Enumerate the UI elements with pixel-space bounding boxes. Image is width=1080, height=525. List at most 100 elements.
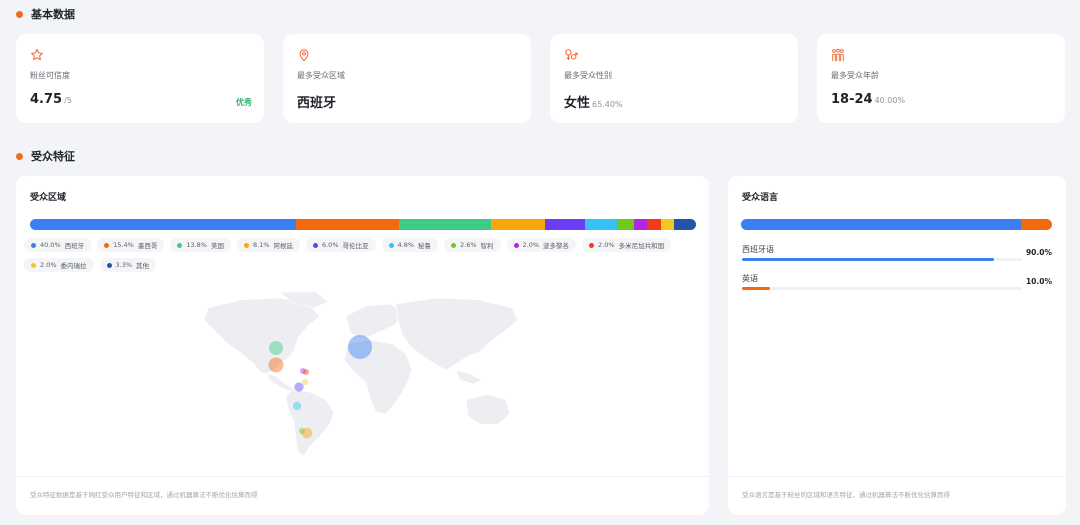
region-bar-segment xyxy=(398,219,491,230)
legend-chip[interactable]: 15.4% 墨西哥 xyxy=(97,238,165,252)
stat-value-main: 4.75 xyxy=(30,92,63,107)
basic-section-title: 基本数据 xyxy=(16,6,75,22)
map-bubble[interactable] xyxy=(294,382,304,392)
legend-chip[interactable]: 2.0% 多米尼加共和国 xyxy=(582,238,672,252)
legend-chip[interactable]: 8.1% 阿根廷 xyxy=(236,238,300,252)
legend-percent: 15.4% xyxy=(113,241,134,249)
north-america-shape xyxy=(203,297,321,375)
region-bar-segment xyxy=(616,219,635,230)
legend-percent: 13.8% xyxy=(186,241,207,249)
central-america-shape xyxy=(265,373,297,393)
stat-label: 最多受众年龄 xyxy=(831,71,879,80)
australia-shape xyxy=(465,393,511,425)
legend-dot xyxy=(31,262,36,268)
region-bar-segment xyxy=(544,219,585,230)
stat-value: 4.75/5 xyxy=(30,92,72,107)
legend-chip[interactable]: 13.8% 美国 xyxy=(170,238,231,252)
legend-chip[interactable]: 40.0% 西班牙 xyxy=(24,238,92,252)
asia-shape xyxy=(395,297,519,371)
legend-chip[interactable]: 2.6% 智利 xyxy=(444,238,501,252)
language-percent: 90.0% xyxy=(1025,248,1052,257)
language-bar-segment xyxy=(1020,219,1052,230)
legend-dot xyxy=(177,242,183,248)
language-percent: 10.0% xyxy=(1025,277,1052,286)
region-card-title: 受众区域 xyxy=(30,193,67,203)
legend-name: 哥伦比亚 xyxy=(342,242,369,250)
stat-value: 18-24 40.00% xyxy=(831,92,905,107)
stat-value: 西班牙 xyxy=(297,92,336,111)
legend-name: 委内瑞拉 xyxy=(60,262,87,270)
southeast-asia-shape xyxy=(455,369,483,385)
legend-name: 西班牙 xyxy=(64,242,85,250)
legend-chip[interactable]: 6.0% 哥伦比亚 xyxy=(305,238,376,252)
map-bubble[interactable] xyxy=(268,357,284,373)
region-legend: 40.0% 西班牙 15.4% 墨西哥 13.8% 美国 8.1% 阿根廷 6.0% 哥伦比亚 4.… xyxy=(24,238,694,272)
region-footnote: 受众特征数据是基于网红受众用户特征和区域，通过机器算法不断优化估算而得 xyxy=(30,491,258,499)
stat-card-region: 最多受众区域 西班牙 xyxy=(283,34,531,123)
legend-name: 多米尼加共和国 xyxy=(618,242,665,250)
language-card-title: 受众语言 xyxy=(742,193,779,203)
audience-section-title: 受众特征 xyxy=(16,148,75,164)
legend-dot xyxy=(513,242,519,248)
region-bar-segment xyxy=(634,219,648,230)
location-pin-icon xyxy=(299,49,309,62)
map-bubble[interactable] xyxy=(303,369,309,375)
legend-dot xyxy=(104,242,110,248)
stat-value-sub: 65.40% xyxy=(592,100,623,109)
europe-shape xyxy=(345,303,403,339)
language-progress-track xyxy=(742,287,1022,290)
map-bubble[interactable] xyxy=(302,379,308,385)
legend-percent: 8.1% xyxy=(252,241,270,249)
stat-card-gender: 最多受众性别 女性 65.40% xyxy=(550,34,798,123)
legend-percent: 40.0% xyxy=(40,241,61,249)
basic-section-label: 基本数据 xyxy=(31,8,75,21)
map-bubble[interactable] xyxy=(268,340,284,356)
map-bubble[interactable] xyxy=(298,427,306,435)
region-bar-segment xyxy=(647,219,661,230)
divider xyxy=(728,476,1066,477)
language-bar-segment xyxy=(741,219,1021,230)
legend-percent: 2.6% xyxy=(460,241,477,249)
legend-percent: 6.0% xyxy=(321,241,339,249)
language-footnote: 受众语言是基于粉丝的区域和语言特征，通过机器算法不断优化估算而得 xyxy=(742,491,950,499)
legend-dot xyxy=(31,242,36,248)
section-dot xyxy=(16,10,23,18)
stat-value-sub: 40.00% xyxy=(874,96,906,105)
world-map xyxy=(203,291,519,457)
legend-dot xyxy=(312,242,318,248)
legend-dot xyxy=(106,262,112,268)
divider xyxy=(16,476,709,477)
south-america-shape xyxy=(285,389,335,457)
region-bar-segment xyxy=(30,219,297,230)
legend-chip[interactable]: 2.0% 波多黎各 xyxy=(506,238,577,252)
map-bubble[interactable] xyxy=(292,401,302,411)
legend-percent: 3.3% xyxy=(115,261,133,269)
language-progress-fill xyxy=(742,258,994,261)
legend-dot xyxy=(451,242,457,248)
stat-card-credibility: 粉丝可信度 4.75/5 优秀 xyxy=(16,34,264,123)
gender-icon xyxy=(565,49,578,61)
legend-chip[interactable]: 2.0% 委内瑞拉 xyxy=(24,258,94,272)
stat-label: 最多受众性别 xyxy=(564,71,612,80)
status-badge: 优秀 xyxy=(236,98,252,107)
stat-label: 最多受众区域 xyxy=(297,71,345,80)
map-bubble[interactable] xyxy=(347,334,373,360)
region-bar-segment xyxy=(490,219,545,230)
legend-name: 墨西哥 xyxy=(137,242,158,250)
legend-chip[interactable]: 4.8% 秘鲁 xyxy=(381,238,439,252)
legend-percent: 4.8% xyxy=(397,241,415,249)
legend-dot xyxy=(589,242,595,248)
language-progress-fill xyxy=(742,287,770,290)
stat-card-age: 最多受众年龄 18-24 40.00% xyxy=(817,34,1065,123)
legend-chip[interactable]: 3.3% 其他 xyxy=(99,258,157,272)
legend-name: 秘鲁 xyxy=(418,242,432,250)
legend-dot xyxy=(243,242,249,248)
legend-name: 波多黎各 xyxy=(543,242,570,250)
legend-percent: 2.0% xyxy=(40,261,57,269)
legend-name: 阿根廷 xyxy=(273,242,293,250)
region-bar-segment xyxy=(660,219,674,230)
stat-value-main: 西班牙 xyxy=(297,96,337,111)
legend-name: 其他 xyxy=(136,262,150,270)
language-stacked-bar xyxy=(741,219,1052,230)
stat-value-main: 18-24 xyxy=(831,92,873,107)
